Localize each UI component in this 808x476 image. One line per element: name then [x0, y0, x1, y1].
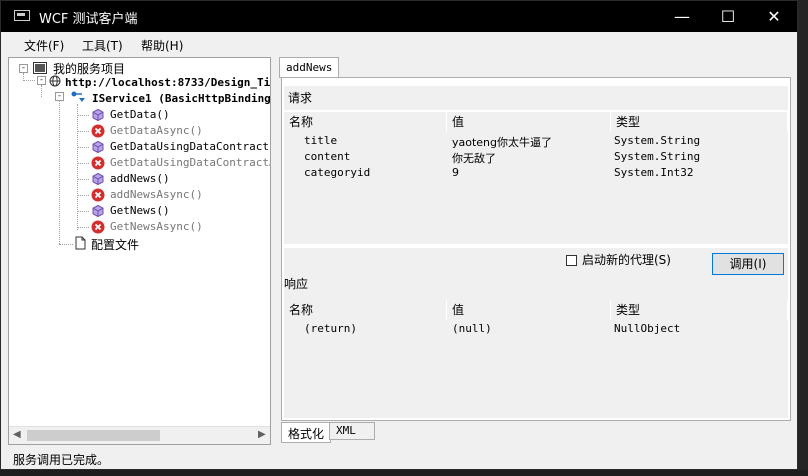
response-col-type: 类型 — [611, 300, 788, 320]
operation-pane: addNews 请求 名称 值 类型 title yaoteng你太牛逼了 Syst… — [277, 57, 795, 445]
project-icon — [33, 62, 47, 74]
menu-tools[interactable]: 工具(T) — [82, 37, 123, 54]
wcf-test-client-window: WCF 测试客户端 — ☐ ✕ 文件(F) 工具(T) 帮助(H) - 我的服务… — [0, 0, 798, 470]
request-cell-name: categoryid — [304, 166, 371, 179]
tree-endpoint-label[interactable]: http://localhost:8733/Design_Time — [65, 76, 270, 92]
tree-hscrollbar[interactable]: ◀ ▶ — [9, 426, 270, 444]
request-col-name: 名称 — [284, 112, 447, 132]
operation-panel: 请求 名称 值 类型 title yaoteng你太牛逼了 System.Strin… — [281, 77, 791, 421]
app-icon — [14, 10, 30, 21]
response-col-value: 值 — [447, 300, 611, 320]
tree-operation-0[interactable]: GetData() — [110, 108, 170, 124]
endpoint-expander[interactable]: - — [37, 76, 46, 85]
scroll-thumb[interactable] — [27, 430, 160, 441]
tab-formatted[interactable]: 格式化 — [281, 422, 332, 443]
tree-operation-5[interactable]: addNewsAsync() — [110, 188, 203, 204]
maximize-icon: ☐ — [720, 7, 736, 26]
request-cell-value[interactable]: 你无敌了 — [452, 150, 496, 166]
error-icon — [91, 124, 105, 138]
tree-operation-4[interactable]: addNews() — [110, 172, 170, 188]
request-grid[interactable]: 名称 值 类型 title yaoteng你太牛逼了 System.String co… — [284, 112, 788, 244]
invoke-button[interactable]: 调用(I) — [712, 253, 784, 275]
error-icon — [91, 220, 105, 234]
error-icon — [91, 156, 105, 170]
error-icon — [91, 188, 105, 202]
config-file-icon — [75, 236, 86, 250]
response-cell-name: (return) — [304, 322, 357, 335]
response-cell-type: NullObject — [614, 322, 681, 335]
service-tree[interactable]: - 我的服务项目 - http://localhost:8733/Design_… — [8, 57, 271, 445]
request-cell-value[interactable]: yaoteng你太牛逼了 — [452, 134, 552, 150]
request-cell-type: System.Int32 — [614, 166, 694, 179]
method-icon — [92, 108, 104, 122]
close-icon: ✕ — [767, 7, 781, 26]
background-taskbar — [0, 470, 808, 476]
menu-bar: 文件(F) 工具(T) 帮助(H) — [1, 32, 797, 56]
root-expander[interactable]: - — [19, 64, 28, 73]
method-icon — [92, 172, 104, 186]
window-title: WCF 测试客户端 — [39, 12, 138, 27]
request-cell-name: content — [304, 150, 351, 163]
request-cell-type: System.String — [614, 150, 701, 163]
method-icon — [92, 204, 104, 218]
tab-addnews[interactable]: addNews — [279, 57, 340, 78]
menu-help[interactable]: 帮助(H) — [141, 37, 183, 54]
request-cell-value[interactable]: 9 — [452, 166, 459, 179]
request-col-type: 类型 — [611, 112, 788, 132]
menu-file[interactable]: 文件(F) — [24, 37, 64, 54]
method-icon — [92, 140, 104, 154]
maximize-button[interactable]: ☐ — [705, 1, 751, 32]
tree-operation-3[interactable]: GetDataUsingDataContractAsy — [110, 156, 270, 172]
tree-operation-7[interactable]: GetNewsAsync() — [110, 220, 203, 236]
minimize-icon: — — [674, 7, 690, 26]
tree-operation-1[interactable]: GetDataAsync() — [110, 124, 203, 140]
title-bar[interactable]: WCF 测试客户端 — ☐ ✕ — [1, 1, 797, 32]
scroll-right-icon[interactable]: ▶ — [258, 429, 266, 440]
new-proxy-label[interactable]: 启动新的代理(S) — [582, 248, 671, 272]
response-grid[interactable]: 名称 值 类型 (return) (null) NullObject — [284, 300, 788, 418]
request-cell-type: System.String — [614, 134, 701, 147]
status-bar: 服务调用已完成。 — [1, 447, 797, 469]
tab-xml[interactable]: XML — [329, 422, 375, 440]
contract-icon — [71, 91, 85, 102]
response-col-name: 名称 — [284, 300, 447, 320]
minimize-button[interactable]: — — [659, 1, 705, 32]
globe-icon — [49, 75, 61, 87]
request-header: 请求 — [284, 86, 788, 110]
close-button[interactable]: ✕ — [751, 1, 797, 32]
request-col-value: 值 — [447, 112, 611, 132]
tree-config-label[interactable]: 配置文件 — [91, 236, 139, 252]
new-proxy-checkbox[interactable] — [566, 255, 577, 266]
response-toolbar: 响应 启动新的代理(S) 调用(I) — [284, 248, 788, 300]
tree-operation-2[interactable]: GetDataUsingDataContract() — [110, 140, 270, 156]
status-text: 服务调用已完成。 — [13, 453, 110, 467]
response-cell-value: (null) — [452, 322, 492, 335]
request-cell-name: title — [304, 134, 338, 147]
tree-contract-label[interactable]: IService1 (BasicHttpBinding_IS — [92, 92, 270, 108]
response-header: 响应 — [284, 277, 309, 291]
tree-operation-6[interactable]: GetNews() — [110, 204, 170, 220]
tree-root-label[interactable]: 我的服务项目 — [53, 60, 125, 76]
background-editor — [798, 0, 808, 476]
scroll-left-icon[interactable]: ◀ — [13, 429, 21, 440]
